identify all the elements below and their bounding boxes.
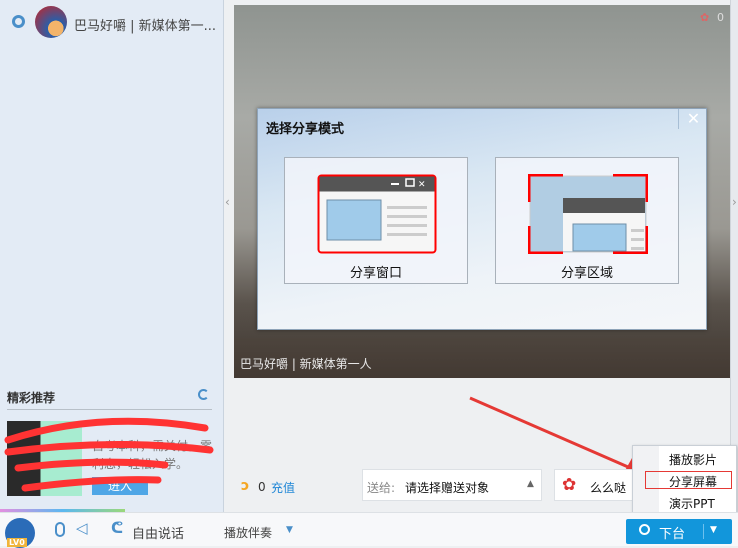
menu-item-play-movie[interactable]: 播放影片 bbox=[669, 451, 717, 468]
right-strip: › bbox=[730, 0, 738, 512]
bean-count: 0 bbox=[258, 480, 266, 494]
share-region-option[interactable]: 分享区域 bbox=[495, 157, 679, 284]
dropdown-caret-icon[interactable]: ▼ bbox=[710, 525, 717, 535]
stage-icon bbox=[639, 524, 650, 535]
bean-icon: ↄ bbox=[241, 478, 250, 494]
free-talk-label[interactable]: 自由说话 bbox=[132, 523, 184, 542]
window-icon: ✕ bbox=[317, 174, 437, 254]
menu-item-share-screen-label: 分享屏幕 bbox=[669, 475, 718, 489]
speaker-icon[interactable]: ◁ bbox=[76, 519, 88, 537]
svg-text:✕: ✕ bbox=[418, 180, 426, 190]
free-talk-icon[interactable]: ᕦ bbox=[111, 519, 123, 537]
send-to-select[interactable]: 送给: 请选择赠送对象 ▲ bbox=[362, 469, 542, 501]
recharge-link[interactable]: 充值 bbox=[271, 479, 295, 496]
share-region-label: 分享区域 bbox=[560, 266, 613, 281]
room-name: 巴马好嚼 | 新媒体第一... bbox=[74, 19, 217, 34]
left-panel: 巴马好嚼 | 新媒体第一... 精彩推荐 自考本科，需关付，零 利息，轻松入学。… bbox=[0, 0, 224, 512]
region-icon bbox=[528, 174, 648, 254]
leave-stage-label: 下台 bbox=[659, 527, 686, 542]
menu-item-ppt[interactable]: 演示PPT bbox=[669, 495, 715, 512]
flower-count: 0 bbox=[717, 11, 724, 24]
collapse-left-arrow[interactable]: ‹ bbox=[225, 195, 230, 209]
send-to-value: 请选择赠送对象 bbox=[405, 481, 490, 495]
share-window-option[interactable]: ✕ 分享窗口 bbox=[284, 157, 468, 284]
send-to-label: 送给: bbox=[367, 481, 396, 495]
red-scribble bbox=[4, 417, 214, 492]
expand-right-arrow[interactable]: › bbox=[732, 195, 737, 209]
accompany-label[interactable]: 播放伴奏 bbox=[224, 524, 272, 541]
gift-select[interactable]: ✿ 么么哒 bbox=[554, 469, 644, 501]
webcam-icon[interactable] bbox=[12, 15, 25, 28]
close-icon[interactable]: ✕ bbox=[678, 109, 708, 129]
recommend-title: 精彩推荐 bbox=[7, 391, 56, 405]
share-menu: 播放影片 分享屏幕 演示PPT bbox=[632, 445, 737, 513]
bottom-toolbar: LV0 ◁ ᕦ 自由说话 播放伴奏 ▼ 下台 ▼ bbox=[0, 509, 738, 548]
refresh-icon[interactable] bbox=[198, 389, 209, 400]
dialog-title: 选择分享模式 bbox=[266, 122, 345, 137]
flower-icon: ✿ bbox=[700, 11, 710, 24]
share-window-label: 分享窗口 bbox=[349, 266, 402, 281]
room-avatar[interactable] bbox=[35, 6, 67, 38]
video-caption: 巴马好嚼 | 新媒体第一人 bbox=[240, 357, 372, 371]
share-mode-dialog: 选择分享模式 ✕ ✕ 分享窗口 分享区域 bbox=[257, 108, 707, 330]
leave-stage-button[interactable]: 下台 ▼ bbox=[626, 519, 732, 544]
accompany-dropdown-icon[interactable]: ▼ bbox=[286, 525, 293, 535]
caret-up-icon: ▲ bbox=[527, 479, 534, 489]
divider bbox=[703, 524, 704, 539]
microphone-icon[interactable] bbox=[55, 522, 65, 537]
color-strip bbox=[0, 509, 125, 512]
gift-name: 么么哒 bbox=[590, 481, 627, 495]
rose-icon: ✿ bbox=[562, 475, 577, 495]
